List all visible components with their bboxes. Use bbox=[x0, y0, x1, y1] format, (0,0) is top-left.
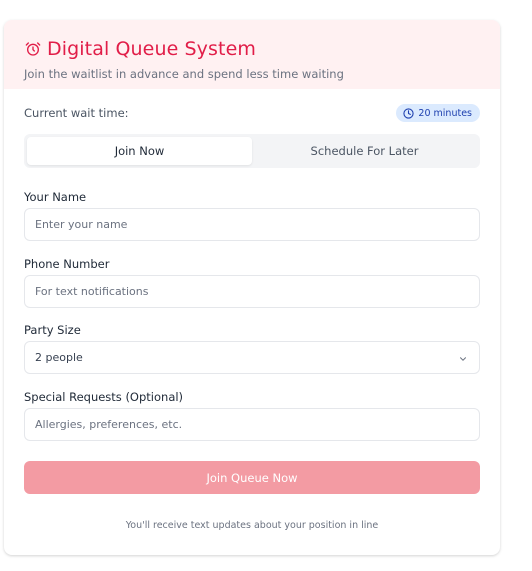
wait-time-badge: 20 minutes bbox=[396, 104, 480, 122]
requests-input[interactable]: Allergies, preferences, etc. bbox=[24, 408, 480, 441]
phone-input[interactable]: For text notifications bbox=[24, 275, 480, 308]
queue-card: Digital Queue System Join the waitlist i… bbox=[4, 20, 500, 555]
alarm-clock-icon bbox=[25, 41, 41, 57]
page-title: Digital Queue System bbox=[47, 38, 256, 60]
mode-tabs: Join Now Schedule For Later bbox=[24, 134, 480, 168]
tab-schedule-later[interactable]: Schedule For Later bbox=[252, 137, 477, 165]
title-row: Digital Queue System bbox=[25, 38, 256, 60]
name-input[interactable]: Enter your name bbox=[24, 208, 480, 241]
requests-label: Special Requests (Optional) bbox=[24, 390, 184, 404]
requests-placeholder: Allergies, preferences, etc. bbox=[35, 418, 183, 431]
card-header: Digital Queue System Join the waitlist i… bbox=[4, 20, 500, 89]
chevron-down-icon bbox=[460, 357, 466, 361]
name-label: Your Name bbox=[24, 190, 87, 204]
party-size-label: Party Size bbox=[24, 323, 81, 337]
phone-placeholder: For text notifications bbox=[35, 285, 149, 298]
wait-time-label: Current wait time: bbox=[24, 106, 129, 120]
party-size-value: 2 people bbox=[35, 351, 83, 364]
page-subtitle: Join the waitlist in advance and spend l… bbox=[24, 67, 344, 81]
clock-icon bbox=[403, 107, 415, 119]
party-size-select[interactable]: 2 people bbox=[24, 341, 480, 374]
wait-time-value: 20 minutes bbox=[418, 107, 472, 119]
tab-join-now[interactable]: Join Now bbox=[27, 137, 252, 165]
phone-label: Phone Number bbox=[24, 257, 110, 271]
name-placeholder: Enter your name bbox=[35, 218, 128, 231]
wait-time-row: Current wait time: 20 minutes bbox=[24, 104, 480, 122]
join-queue-button[interactable]: Join Queue Now bbox=[24, 461, 480, 494]
footnote: You'll receive text updates about your p… bbox=[125, 520, 379, 531]
